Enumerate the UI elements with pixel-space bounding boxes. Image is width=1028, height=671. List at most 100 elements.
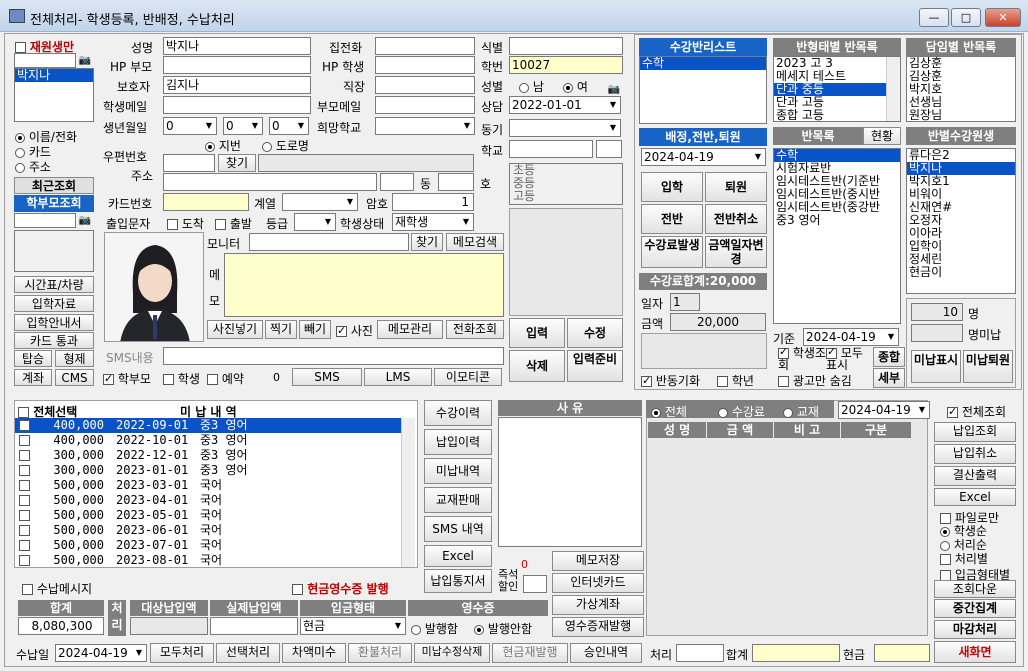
student-checkbox[interactable]: 학생 xyxy=(163,370,200,387)
internet-card-button[interactable]: 인터넷카드 xyxy=(552,573,644,593)
lms-button[interactable]: LMS xyxy=(364,368,432,386)
show-all-checkbox[interactable]: 모두표시 xyxy=(826,346,872,371)
monitor-field[interactable] xyxy=(249,233,409,251)
close-process-button[interactable]: 마감처리 xyxy=(934,620,1016,639)
radio-issue[interactable]: 발행함 xyxy=(411,620,458,637)
row-checkbox[interactable] xyxy=(19,495,30,506)
password-field[interactable]: 1 xyxy=(392,193,474,211)
cardno-field[interactable] xyxy=(163,193,249,211)
close-button[interactable]: ✕ xyxy=(985,8,1021,27)
input-ready-button[interactable]: 입력준비 xyxy=(567,350,623,382)
radio-book[interactable]: 교재 xyxy=(783,403,819,420)
list-item[interactable]: 박지나 xyxy=(15,69,93,82)
row-checkbox[interactable] xyxy=(19,525,30,536)
excel-button[interactable]: Excel xyxy=(424,545,492,567)
student-search-list[interactable]: 박지나 xyxy=(14,68,94,122)
motive-select[interactable]: ▼ xyxy=(509,119,621,137)
receipt-reissue-button[interactable]: 영수증재발행 xyxy=(552,617,644,637)
instant-discount-field[interactable] xyxy=(523,575,547,593)
homephone-field[interactable] xyxy=(375,37,475,55)
input-button[interactable]: 입력 xyxy=(509,318,565,348)
class-list2[interactable]: 수학 시험자료반 임시테스트반(기준반 임시테스트반(중시반 임시테스트반(중강… xyxy=(773,148,901,324)
status-select[interactable]: 재학생 ▼ xyxy=(392,213,474,231)
address-ho-field[interactable] xyxy=(438,173,474,191)
unpaid-leave-button[interactable]: 미납퇴원 xyxy=(963,350,1013,383)
lookup-download-button[interactable]: 조회다운 xyxy=(934,580,1016,598)
birth-month-select[interactable]: 0 ▼ xyxy=(223,117,263,135)
admission-guide-button[interactable]: 입학안내서 xyxy=(14,314,94,331)
pay-date-select[interactable]: 2024-04-19 ▼ xyxy=(55,644,147,662)
school-field[interactable] xyxy=(509,140,593,158)
change-amount-date-button[interactable]: 금액일자변경 xyxy=(705,236,767,268)
hide-ad-checkbox[interactable]: 광고만 숨김 xyxy=(778,372,852,389)
job-field[interactable] xyxy=(375,76,475,94)
process-by-checkbox[interactable]: 처리별 xyxy=(940,550,988,567)
account-button[interactable]: 계좌 xyxy=(14,369,52,386)
minimize-button[interactable]: — xyxy=(919,8,949,27)
camera-icon[interactable]: 📷 xyxy=(606,83,622,96)
table-row[interactable]: 500,000 2023-03-01 국어 xyxy=(15,478,401,493)
table-row[interactable]: 500,000 2023-06-01 국어 xyxy=(15,523,401,538)
pay-lookup-date-select[interactable]: 2024-04-19 ▼ xyxy=(838,401,930,419)
table-row[interactable]: 500,000 2023-07-01 국어 xyxy=(15,538,401,553)
table-row[interactable]: 400,000 2022-10-01 중3 영어 xyxy=(15,433,401,448)
hope-school-select[interactable]: ▼ xyxy=(375,117,475,135)
table-row[interactable]: 300,000 2022-12-01 중3 영어 xyxy=(15,448,401,463)
row-checkbox[interactable] xyxy=(19,450,30,461)
photo-checkbox[interactable]: 사진 xyxy=(336,322,373,339)
transfer-cancel-button[interactable]: 전반취소 xyxy=(705,204,767,234)
pay-excel-button[interactable]: Excel xyxy=(934,488,1016,506)
transfer-button[interactable]: 전반 xyxy=(641,204,703,234)
leave-button[interactable]: 퇴원 xyxy=(705,172,767,202)
process-button[interactable]: 처리 xyxy=(108,600,126,636)
guardian-field[interactable]: 김지나 xyxy=(163,76,311,94)
refund-button[interactable]: 환불처리 xyxy=(348,643,412,663)
emoticon-button[interactable]: 이모티콘 xyxy=(434,368,502,386)
new-screen-button[interactable]: 새화면 xyxy=(934,641,1016,663)
process-all-button[interactable]: 모두처리 xyxy=(150,643,214,663)
reserve-checkbox[interactable]: 예약 xyxy=(207,370,244,387)
admission-data-button[interactable]: 입학자료 xyxy=(14,295,94,312)
cms-button[interactable]: CMS xyxy=(55,369,94,386)
id-field[interactable] xyxy=(509,37,623,55)
camera-icon[interactable]: 📷 xyxy=(77,54,93,67)
unpaid-history-button[interactable]: 미납내역 xyxy=(424,458,492,484)
course-history-button[interactable]: 수강이력 xyxy=(424,400,492,426)
radio-fee[interactable]: 수강료 xyxy=(718,403,765,420)
pay-cancel-button[interactable]: 납입취소 xyxy=(934,444,1016,464)
row-checkbox[interactable] xyxy=(19,435,30,446)
anti-sync-checkbox[interactable]: 반동기화 xyxy=(641,372,700,389)
student-lookup-checkbox[interactable]: 학생조회 xyxy=(778,346,826,371)
table-row[interactable]: 500,000 2023-08-01 국어 xyxy=(15,553,401,567)
name-field[interactable]: 박지나 xyxy=(163,37,311,55)
table-row[interactable]: 400,000 2022-09-01 중3 영어 xyxy=(15,418,401,433)
parent-list[interactable] xyxy=(14,230,94,272)
class-list[interactable]: 수학 xyxy=(639,56,767,124)
boarding-button[interactable]: 탑승 xyxy=(14,350,52,367)
reason-textarea[interactable] xyxy=(498,417,642,547)
radio-male[interactable]: 남 xyxy=(519,78,544,95)
summary-button[interactable]: 종합 xyxy=(873,347,905,367)
grade-level-list[interactable]: 초등 중등 고등 xyxy=(509,163,623,205)
address-field[interactable] xyxy=(163,173,377,191)
table-row[interactable]: 300,000 2023-01-01 중3 영어 xyxy=(15,463,401,478)
fee-issue-button[interactable]: 수강료발생 xyxy=(641,236,703,268)
edit-button[interactable]: 수정 xyxy=(567,318,623,348)
row-checkbox[interactable] xyxy=(19,555,30,566)
process-selected-button[interactable]: 선택처리 xyxy=(216,643,280,663)
cash-reissue-button[interactable]: 현금재발행 xyxy=(492,643,568,663)
hp-student-field[interactable] xyxy=(375,56,475,74)
birth-year-select[interactable]: 0 ▼ xyxy=(163,117,217,135)
teacher-class-list[interactable]: 김상훈 김상훈 박지호 선생님 원장님 xyxy=(906,56,1016,122)
sibling-button[interactable]: 형제 xyxy=(55,350,94,367)
unpaid-edit-delete-button[interactable]: 미납수정삭제 xyxy=(414,643,490,663)
sms-content-field[interactable] xyxy=(163,347,504,365)
table-row[interactable]: 500,000 2023-04-01 국어 xyxy=(15,493,401,508)
radio-all[interactable]: 전체 xyxy=(651,403,687,420)
book-sale-button[interactable]: 교재판매 xyxy=(424,487,492,513)
maximize-button[interactable]: □ xyxy=(951,8,981,27)
unpaid-show-button[interactable]: 미납표시 xyxy=(911,350,961,383)
address-dong-field[interactable] xyxy=(380,173,414,191)
mid-total-button[interactable]: 중간집계 xyxy=(934,599,1016,618)
detail-button[interactable]: 세부 xyxy=(873,368,905,388)
